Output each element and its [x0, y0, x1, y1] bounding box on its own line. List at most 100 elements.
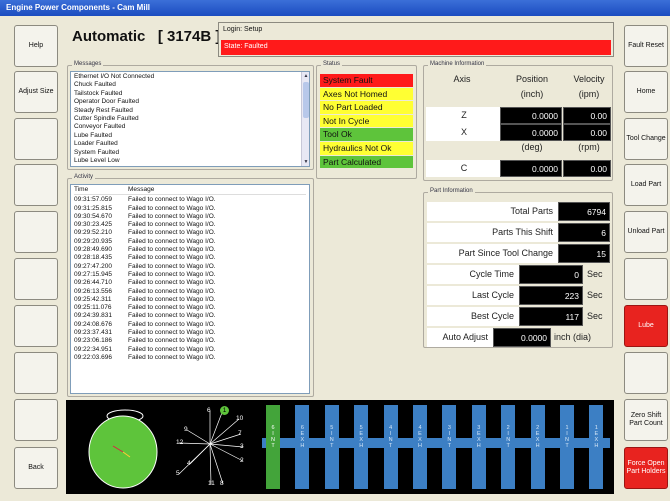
right-button-9[interactable]: Zero Shift Part Count — [624, 399, 668, 441]
part-info-title: Part Information — [428, 188, 475, 194]
right-button-7[interactable]: Lube — [624, 305, 668, 347]
activity-message: Failed to connect to Wago I/O. — [128, 229, 216, 237]
axis-position: 0.0000 — [500, 124, 562, 141]
left-button-2[interactable]: Adjust Size — [14, 71, 58, 113]
tool-station[interactable]: 4 E X H — [413, 405, 427, 489]
activity-row[interactable]: 09:23:06.186 Failed to connect to Wago I/… — [74, 337, 306, 345]
auto-adjust-input[interactable]: 0.0000 — [493, 328, 551, 347]
activity-row[interactable]: 09:24:39.831 Failed to connect to Wago I/… — [74, 312, 306, 320]
right-button-3[interactable]: Tool Change — [624, 118, 668, 160]
activity-message: Failed to connect to Wago I/O. — [128, 212, 216, 220]
left-button-7[interactable] — [14, 305, 58, 347]
right-button-6[interactable] — [624, 258, 668, 300]
best-cycle-unit: Sec — [587, 311, 603, 321]
activity-time: 09:27:15.945 — [74, 270, 112, 278]
login-panel: Login: Setup State: Faulted — [218, 22, 614, 57]
left-button-10[interactable]: Back — [14, 447, 58, 489]
messages-list[interactable]: Ethernet I/O Not Connected Chuck Faulted T… — [70, 71, 310, 167]
tool-station[interactable]: 4 I N T — [383, 405, 398, 489]
activity-message: Failed to connect to Wago I/O. — [128, 246, 216, 254]
status-indicator: Hydraulics Not Ok — [320, 141, 413, 156]
auto-adjust-label: Auto Adjust — [427, 328, 493, 347]
dial-spoke — [178, 442, 211, 445]
message-item[interactable]: Conveyor Faulted — [74, 123, 306, 131]
scroll-down-icon[interactable]: ▼ — [302, 158, 309, 166]
right-button-2[interactable]: Home — [624, 71, 668, 113]
tool-station[interactable]: 3 I N T — [442, 405, 457, 489]
activity-list[interactable]: Time Message 09:31:57.059 Failed to conne… — [70, 184, 310, 394]
cam-dial: 6 1 10 7 9 12 3 2 4 5 11 8 — [164, 402, 256, 492]
left-button-6[interactable] — [14, 258, 58, 300]
right-button-10[interactable]: Force Open Part Holders — [624, 447, 668, 489]
activity-row[interactable]: 09:29:52.210 Failed to connect to Wago I/… — [74, 229, 306, 237]
activity-row[interactable]: 09:24:08.676 Failed to connect to Wago I/… — [74, 321, 306, 329]
message-item[interactable]: Chuck Faulted — [74, 81, 306, 89]
message-item[interactable]: Operator Door Faulted — [74, 98, 306, 106]
right-button-8[interactable] — [624, 352, 668, 394]
login-label: Login: Setup — [223, 26, 263, 33]
right-button-1[interactable]: Fault Reset — [624, 25, 668, 67]
activity-message: Failed to connect to Wago I/O. — [128, 279, 216, 287]
right-button-4[interactable]: Load Part — [624, 164, 668, 206]
degree-unit: (deg) — [521, 142, 543, 152]
dial-number: 8 — [220, 480, 224, 487]
status-indicator: Part Calculated — [320, 155, 413, 170]
tool-station[interactable]: 3 E X H — [471, 405, 486, 489]
left-button-8[interactable] — [14, 352, 58, 394]
tool-station[interactable]: 5 I N T — [324, 405, 339, 489]
activity-row[interactable]: 09:28:18.435 Failed to connect to Wago I/… — [74, 254, 306, 262]
dial-number: 3 — [240, 443, 244, 450]
messages-scrollbar[interactable]: ▲ ▼ — [301, 72, 309, 166]
activity-row[interactable]: 09:27:15.945 Failed to connect to Wago I/… — [74, 271, 306, 279]
left-button-5[interactable] — [14, 211, 58, 253]
activity-row[interactable]: 09:31:25.815 Failed to connect to Wago I/… — [74, 205, 306, 213]
parts-since-tool-label: Part Since Tool Change — [427, 244, 558, 263]
main-window: Engine Power Components - Cam Mill Help A… — [0, 0, 670, 501]
scroll-thumb[interactable] — [303, 82, 309, 118]
tool-station[interactable]: 1 E X H — [589, 405, 604, 489]
activity-row[interactable]: 09:27:47.200 Failed to connect to Wago I/… — [74, 263, 306, 271]
activity-row[interactable]: 09:30:23.425 Failed to connect to Wago I/… — [74, 221, 306, 229]
state-bar: State: Faulted — [221, 40, 611, 55]
message-item[interactable]: System Faulted — [74, 149, 306, 157]
message-item[interactable]: Lube Faulted — [74, 132, 306, 140]
axis-position: 0.0000 — [500, 107, 562, 124]
dial-spoke — [209, 433, 242, 445]
tool-station[interactable]: 2 E X H — [530, 405, 545, 489]
activity-row[interactable]: 09:29:20.935 Failed to connect to Wago I/… — [74, 238, 306, 246]
tool-station[interactable]: 1 I N T — [560, 405, 574, 489]
activity-row[interactable]: 09:30:54.670 Failed to connect to Wago I/… — [74, 213, 306, 221]
right-button-5[interactable]: Unload Part — [624, 211, 668, 253]
activity-row[interactable]: 09:28:49.690 Failed to connect to Wago I/… — [74, 246, 306, 254]
message-item[interactable]: Tailstock Faulted — [74, 90, 306, 98]
message-item[interactable]: Steady Rest Faulted — [74, 107, 306, 115]
activity-row[interactable]: 09:22:34.951 Failed to connect to Wago I/… — [74, 346, 306, 354]
dial-number: 6 — [207, 407, 211, 414]
message-item[interactable]: Ethernet I/O Not Connected — [74, 73, 306, 81]
activity-time: 09:25:42.311 — [74, 295, 112, 303]
activity-row[interactable]: 09:25:11.076 Failed to connect to Wago I/… — [74, 304, 306, 312]
dial-number: 12 — [176, 439, 184, 446]
message-item[interactable]: Cutter Spindle Faulted — [74, 115, 306, 123]
scroll-up-icon[interactable]: ▲ — [302, 72, 309, 80]
activity-row[interactable]: 09:31:57.059 Failed to connect to Wago I/… — [74, 196, 306, 204]
activity-row[interactable]: 09:26:44.710 Failed to connect to Wago I/… — [74, 279, 306, 287]
tool-station[interactable]: 6 I N T — [266, 405, 280, 489]
activity-row[interactable]: 09:25:42.311 Failed to connect to Wago I/… — [74, 296, 306, 304]
dial-spoke — [209, 418, 240, 445]
activity-row[interactable]: 09:23:37.431 Failed to connect to Wago I/… — [74, 329, 306, 337]
activity-row[interactable]: 09:26:13.556 Failed to connect to Wago I/… — [74, 288, 306, 296]
activity-row[interactable]: 09:22:03.696 Failed to connect to Wago I/… — [74, 354, 306, 362]
tool-station[interactable]: 6 E X H — [295, 405, 310, 489]
activity-time: 09:29:52.210 — [74, 229, 112, 237]
message-item[interactable]: Lube Level Low — [74, 157, 306, 165]
left-button-1[interactable]: Help — [14, 25, 58, 67]
tool-station[interactable]: 2 I N T — [501, 405, 516, 489]
left-button-9[interactable] — [14, 399, 58, 441]
left-button-3[interactable] — [14, 118, 58, 160]
activity-message: Failed to connect to Wago I/O. — [128, 295, 216, 303]
activity-message: Failed to connect to Wago I/O. — [128, 221, 216, 229]
left-button-4[interactable] — [14, 164, 58, 206]
message-item[interactable]: Loader Faulted — [74, 140, 306, 148]
tool-station[interactable]: 5 E X H — [354, 405, 369, 489]
